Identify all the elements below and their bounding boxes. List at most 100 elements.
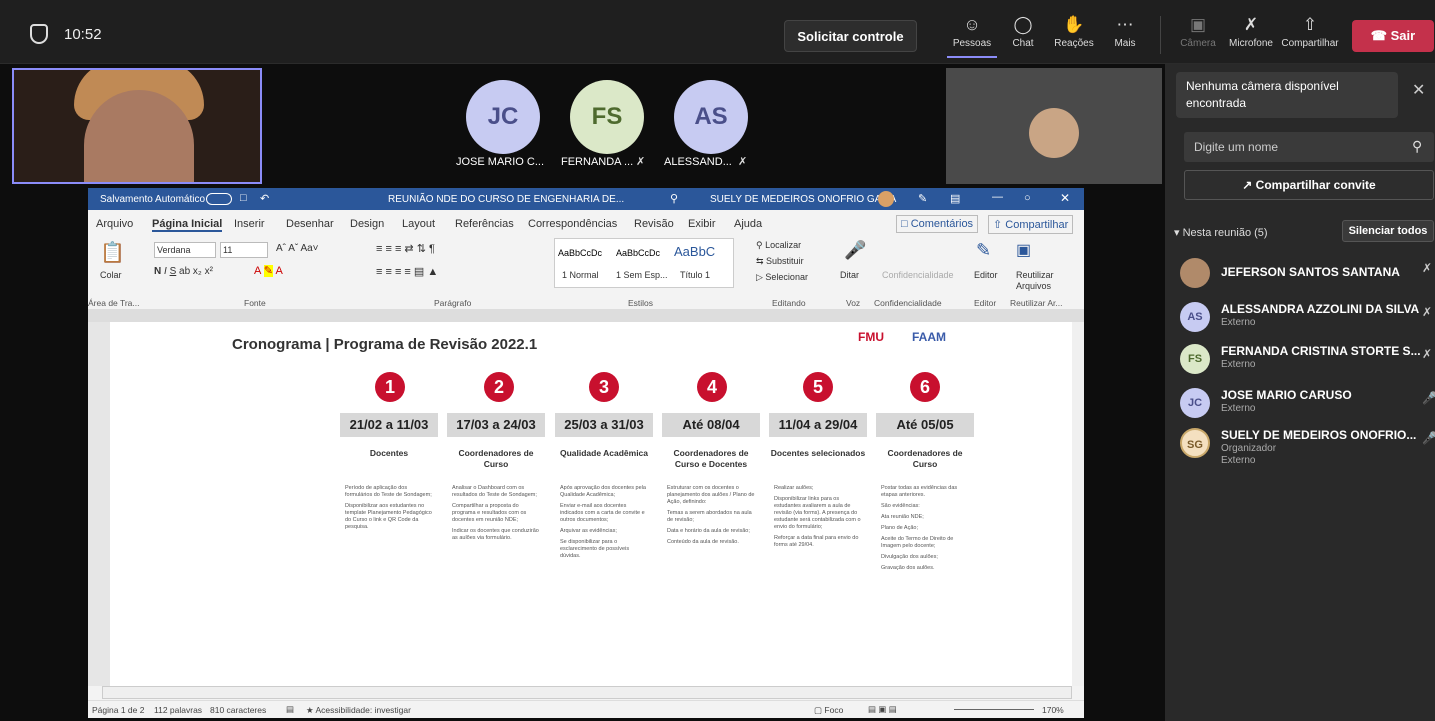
close-icon[interactable]: ✕ bbox=[1060, 191, 1070, 205]
participant-row[interactable]: JC JOSE MARIO CARUSO Externo 🎤 bbox=[1180, 384, 1435, 424]
editor-button[interactable]: Editor bbox=[974, 270, 998, 280]
paste-label[interactable]: Colar bbox=[100, 270, 122, 280]
align-icons[interactable]: ≡ ≡ ≡ ≡ ▤ ▲ bbox=[376, 265, 438, 278]
autosave-toggle[interactable] bbox=[206, 193, 232, 205]
font-format-icons[interactable]: N I S ab x₂ x² bbox=[154, 266, 213, 277]
style-nospace-sample[interactable]: AaBbCcDc bbox=[616, 248, 660, 258]
participant-row[interactable]: FS FERNANDA CRISTINA STORTE S... Externo… bbox=[1180, 340, 1435, 380]
bullet-item: Gravação dos aulões. bbox=[881, 565, 935, 571]
replace-button[interactable]: ⇆ Substituir bbox=[756, 256, 804, 267]
participant-avatar-fs[interactable]: FS bbox=[570, 80, 644, 154]
menu-ajuda[interactable]: Ajuda bbox=[734, 218, 762, 230]
sensitivity-button[interactable]: Confidencialidade bbox=[882, 270, 954, 280]
user-avatar[interactable] bbox=[878, 191, 894, 207]
select-button[interactable]: ▷ Selecionar bbox=[756, 272, 808, 283]
minimize-icon[interactable]: — bbox=[992, 191, 1003, 203]
style-normal-sample[interactable]: AaBbCcDc bbox=[558, 248, 602, 258]
participant-avatar-as[interactable]: AS bbox=[674, 80, 748, 154]
search-input[interactable] bbox=[1184, 132, 1434, 162]
participant-name: JOSE MARIO CARUSO bbox=[1221, 388, 1352, 402]
ribbon-display-icon[interactable]: ▤ bbox=[950, 192, 960, 205]
font-select[interactable]: Verdana bbox=[154, 242, 216, 258]
pen-icon[interactable]: ✎ bbox=[918, 192, 927, 205]
find-button[interactable]: ⚲ Localizar bbox=[756, 240, 801, 251]
menu-exibir[interactable]: Exibir bbox=[688, 218, 716, 230]
page-count[interactable]: Página 1 de 2 bbox=[92, 705, 144, 715]
participant-name: JEFERSON SANTOS SANTANA bbox=[1221, 265, 1400, 279]
book-icon[interactable]: ▤ bbox=[286, 704, 294, 715]
char-count[interactable]: 810 caracteres bbox=[210, 705, 266, 715]
people-button[interactable]: ☺ Pessoas bbox=[947, 14, 997, 58]
style-title-sample[interactable]: AaBbC bbox=[674, 244, 715, 259]
font-color-icon[interactable]: A ✎ A bbox=[254, 264, 283, 277]
mute-all-button[interactable]: Silenciar todos bbox=[1342, 220, 1434, 242]
leave-button[interactable]: ☎ Sair bbox=[1352, 20, 1434, 52]
menu-desenhar[interactable]: Desenhar bbox=[286, 218, 334, 230]
share-doc-button[interactable]: ⇧ Compartilhar bbox=[988, 215, 1074, 234]
word-count[interactable]: 112 palavras bbox=[154, 705, 202, 715]
chat-button[interactable]: ◯ Chat bbox=[998, 14, 1048, 58]
bullet-item: Conteúdo da aula de revisão. bbox=[667, 539, 739, 545]
search-icon[interactable]: ⚲ bbox=[670, 192, 678, 205]
list-icons[interactable]: ≡ ≡ ≡ ⇄ ⇅ ¶ bbox=[376, 242, 435, 255]
clipboard-icon[interactable]: 📋 bbox=[100, 240, 125, 265]
presenter-video[interactable] bbox=[12, 68, 262, 184]
accessibility-status[interactable]: ★ Acessibilidade: investigar bbox=[306, 705, 411, 716]
style-normal[interactable]: 1 Normal bbox=[562, 270, 599, 280]
save-icon[interactable]: □ bbox=[240, 192, 247, 204]
participant-row[interactable]: AS ALESSANDRA AZZOLINI DA SILVA Externo … bbox=[1180, 298, 1435, 338]
menu-revisao[interactable]: Revisão bbox=[634, 218, 674, 230]
vertical-scrollbar[interactable] bbox=[1072, 322, 1084, 686]
comments-button[interactable]: □ Comentários bbox=[896, 215, 979, 233]
participant-video-tile[interactable] bbox=[946, 68, 1162, 184]
mic-button[interactable]: ✗ Microfone bbox=[1224, 14, 1278, 58]
participant-avatar-jc[interactable]: JC bbox=[466, 80, 540, 154]
menu-inserir[interactable]: Inserir bbox=[234, 218, 265, 230]
reactions-button[interactable]: ✋ Reações bbox=[1049, 14, 1099, 58]
participant-row[interactable]: JEFERSON SANTOS SANTANA ✗ bbox=[1180, 254, 1435, 294]
undo-icon[interactable]: ↶ bbox=[260, 192, 269, 205]
step-role: Coordenadores de Curso bbox=[887, 448, 963, 469]
camera-button[interactable]: ▣ Câmera bbox=[1176, 14, 1220, 58]
participant-row[interactable]: SG SUELY DE MEDEIROS ONOFRIO... Organiza… bbox=[1180, 424, 1435, 470]
request-control-button[interactable]: Solicitar controle bbox=[784, 20, 917, 52]
bullet-item: Ata reunião NDE; bbox=[881, 514, 924, 520]
focus-icon: ▢ bbox=[814, 705, 825, 715]
reuse-button[interactable]: Reutilizar Arquivos bbox=[1016, 270, 1056, 292]
menu-design[interactable]: Design bbox=[350, 218, 384, 230]
zoom-level[interactable]: 170% bbox=[1042, 705, 1064, 715]
menu-pagina-inicial[interactable]: Página Inicial bbox=[152, 218, 223, 232]
font-size-select[interactable]: 11 bbox=[220, 242, 268, 258]
style-nospace[interactable]: 1 Sem Esp... bbox=[616, 270, 668, 280]
font-grow-icons[interactable]: Aˆ Aˇ Aa˅ bbox=[276, 243, 319, 254]
camera-label: Câmera bbox=[1180, 38, 1216, 49]
style-title1[interactable]: Título 1 bbox=[680, 270, 710, 280]
menu-referencias[interactable]: Referências bbox=[455, 218, 514, 230]
in-meeting-header[interactable]: ▾ Nesta reunião (5) bbox=[1174, 226, 1268, 239]
participant-role: Organizador bbox=[1221, 443, 1277, 454]
editor-icon[interactable]: ✎ bbox=[976, 240, 991, 261]
menu-layout[interactable]: Layout bbox=[402, 218, 435, 230]
more-button[interactable]: ⋯ Mais bbox=[1100, 14, 1150, 58]
share-invite-button[interactable]: ↗ Compartilhar convite bbox=[1184, 170, 1434, 200]
dictate-button[interactable]: Ditar bbox=[840, 270, 859, 280]
restore-icon[interactable]: ○ bbox=[1024, 192, 1031, 204]
avatar: FS bbox=[1180, 344, 1210, 374]
camera-notice: Nenhuma câmera disponível encontrada bbox=[1176, 72, 1398, 118]
focus-button[interactable]: ▢ Foco bbox=[814, 705, 843, 716]
group-voice: Voz bbox=[846, 298, 861, 308]
close-icon[interactable]: ✕ bbox=[1412, 80, 1425, 100]
document-name[interactable]: REUNIÃO NDE DO CURSO DE ENGENHARIA DE... bbox=[388, 194, 624, 205]
horizontal-scrollbar[interactable] bbox=[102, 686, 1072, 699]
ruler[interactable] bbox=[88, 310, 1084, 322]
reuse-icon[interactable]: ▣ bbox=[1016, 240, 1031, 260]
user-name[interactable]: SUELY DE MEDEIROS ONOFRIO GAMA bbox=[710, 194, 896, 205]
view-icons[interactable]: ▤ ▣ ▤ bbox=[868, 704, 897, 715]
mic-label: Microfone bbox=[1229, 38, 1273, 49]
mic-icon[interactable]: 🎤 bbox=[844, 240, 866, 261]
menu-arquivo[interactable]: Arquivo bbox=[96, 218, 133, 230]
bullet-item: Disponibilizar aos estudantes no templat… bbox=[345, 503, 432, 530]
zoom-slider[interactable] bbox=[954, 709, 1034, 710]
share-button[interactable]: ⇧ Compartilhar bbox=[1280, 14, 1340, 58]
menu-correspondencias[interactable]: Correspondências bbox=[528, 218, 617, 230]
